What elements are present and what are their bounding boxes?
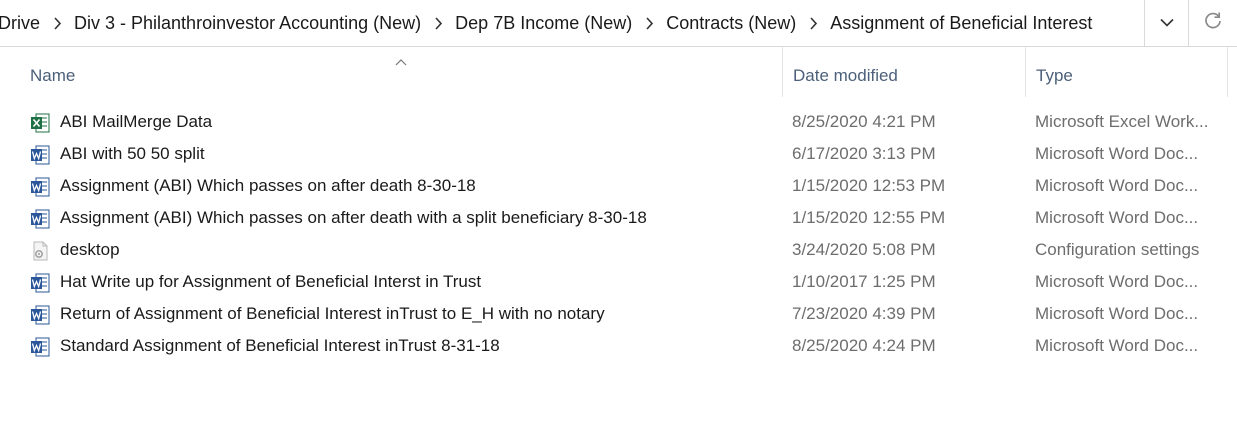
word-file-icon: [30, 144, 50, 165]
settings-file-icon: [30, 240, 50, 261]
address-history-dropdown[interactable]: [1145, 0, 1188, 47]
file-name[interactable]: Standard Assignment of Beneficial Intere…: [60, 330, 500, 362]
breadcrumb-item-div3[interactable]: Div 3 - Philanthroinvestor Accounting (N…: [71, 0, 424, 46]
chevron-down-icon: [1159, 14, 1174, 32]
word-file-icon: [30, 336, 50, 357]
file-date-modified: 6/17/2020 3:13 PM: [792, 144, 936, 163]
file-name[interactable]: ABI with 50 50 split: [60, 138, 205, 170]
address-bar: Drive Div 3 - Philanthroinvestor Account…: [0, 0, 1237, 47]
file-row[interactable]: desktop 3/24/2020 5:08 PM Configuration …: [0, 234, 1237, 266]
file-row[interactable]: Assignment (ABI) Which passes on after d…: [0, 202, 1237, 234]
file-date-modified: 1/15/2020 12:53 PM: [792, 176, 946, 195]
file-date-modified: 7/23/2020 4:39 PM: [792, 304, 936, 323]
excel-file-icon: [30, 112, 50, 133]
breadcrumb[interactable]: Drive Div 3 - Philanthroinvestor Account…: [0, 0, 1145, 47]
column-header-date-modified[interactable]: Date modified: [782, 47, 1025, 97]
file-date-modified: 8/25/2020 4:24 PM: [792, 336, 936, 355]
breadcrumb-item-dep7b[interactable]: Dep 7B Income (New): [452, 0, 635, 46]
file-type: Microsoft Word Doc...: [1035, 272, 1199, 291]
column-header-name[interactable]: Name: [20, 47, 782, 97]
file-type: Configuration settings: [1035, 240, 1200, 259]
file-type: Microsoft Word Doc...: [1035, 176, 1199, 195]
file-row[interactable]: ABI with 50 50 split 6/17/2020 3:13 PM M…: [0, 138, 1237, 170]
file-date-modified: 1/15/2020 12:55 PM: [792, 208, 946, 227]
breadcrumb-item-current[interactable]: Assignment of Beneficial Interest: [827, 0, 1095, 46]
file-type: Microsoft Excel Work...: [1035, 112, 1209, 131]
file-type: Microsoft Word Doc...: [1035, 304, 1199, 323]
breadcrumb-item-contracts[interactable]: Contracts (New): [663, 0, 799, 46]
file-date-modified: 8/25/2020 4:21 PM: [792, 112, 936, 131]
refresh-button[interactable]: [1188, 0, 1237, 47]
file-row[interactable]: Standard Assignment of Beneficial Intere…: [0, 330, 1237, 362]
word-file-icon: [30, 208, 50, 229]
file-name[interactable]: Return of Assignment of Beneficial Inter…: [60, 298, 605, 330]
file-type: Microsoft Word Doc...: [1035, 144, 1199, 163]
file-row[interactable]: Assignment (ABI) Which passes on after d…: [0, 170, 1237, 202]
file-list: ABI MailMerge Data 8/25/2020 4:21 PM Mic…: [0, 106, 1237, 362]
file-name[interactable]: Hat Write up for Assignment of Beneficia…: [60, 266, 481, 298]
file-date-modified: 3/24/2020 5:08 PM: [792, 240, 936, 259]
file-type: Microsoft Word Doc...: [1035, 336, 1199, 355]
column-headers: Name Date modified Type: [0, 47, 1237, 97]
file-row[interactable]: Hat Write up for Assignment of Beneficia…: [0, 266, 1237, 298]
chevron-right-icon[interactable]: [799, 0, 827, 46]
chevron-right-icon[interactable]: [424, 0, 452, 46]
file-row[interactable]: Return of Assignment of Beneficial Inter…: [0, 298, 1237, 330]
column-header-type[interactable]: Type: [1025, 47, 1228, 97]
word-file-icon: [30, 304, 50, 325]
file-type: Microsoft Word Doc...: [1035, 208, 1199, 227]
word-file-icon: [30, 176, 50, 197]
word-file-icon: [30, 272, 50, 293]
file-row[interactable]: ABI MailMerge Data 8/25/2020 4:21 PM Mic…: [0, 106, 1237, 138]
chevron-right-icon[interactable]: [43, 0, 71, 46]
file-name[interactable]: Assignment (ABI) Which passes on after d…: [60, 170, 476, 202]
breadcrumb-item-drive[interactable]: Drive: [0, 0, 43, 46]
file-name[interactable]: desktop: [60, 234, 120, 266]
file-name[interactable]: Assignment (ABI) Which passes on after d…: [60, 202, 647, 234]
file-date-modified: 1/10/2017 1:25 PM: [792, 272, 936, 291]
file-name[interactable]: ABI MailMerge Data: [60, 106, 212, 138]
chevron-right-icon[interactable]: [635, 0, 663, 46]
refresh-icon: [1203, 11, 1223, 36]
